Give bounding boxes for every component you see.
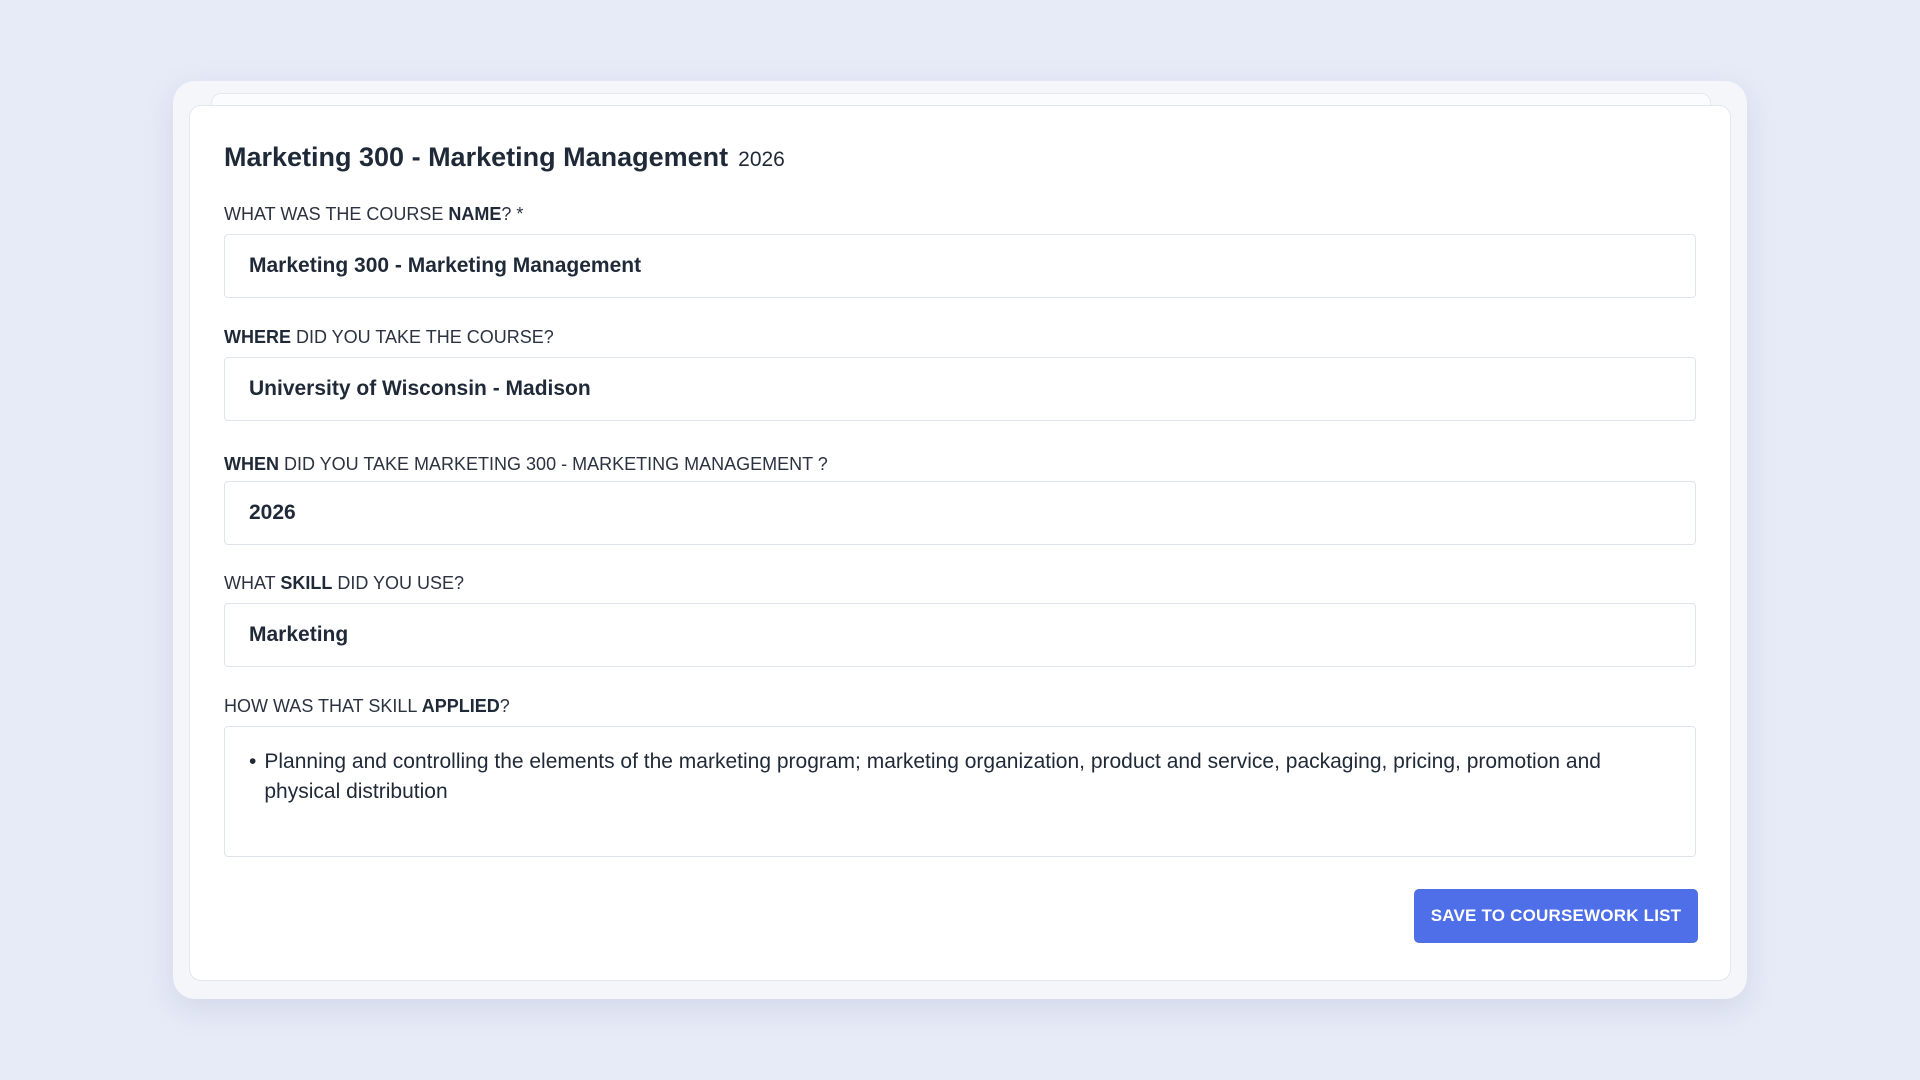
- when-label-post: did you take Marketing 300 - Marketing M…: [279, 454, 828, 474]
- course-name-label-post: ? *: [501, 204, 524, 224]
- skill-label-bold: Skill: [280, 573, 333, 593]
- form-header: Marketing 300 - Marketing Management 202…: [224, 142, 785, 173]
- applied-label-post: ?: [499, 696, 510, 716]
- applied-label-bold: Applied: [421, 696, 500, 716]
- when-label-bold: When: [224, 454, 279, 474]
- course-title: Marketing 300 - Marketing Management: [224, 142, 729, 172]
- course-name-label-pre: What was the course: [224, 204, 449, 224]
- coursework-form-card: Marketing 300 - Marketing Management 202…: [189, 105, 1731, 981]
- save-to-coursework-list-button[interactable]: Save to coursework list: [1414, 889, 1698, 943]
- applied-bullet-text: Planning and controlling the elements of…: [264, 750, 1601, 803]
- course-name-input[interactable]: Marketing 300 - Marketing Management: [224, 234, 1696, 298]
- applied-textarea[interactable]: • Planning and controlling the elements …: [224, 726, 1696, 857]
- skill-label-post: did you use?: [332, 573, 465, 593]
- where-label-bold: Where: [224, 327, 291, 347]
- when-input[interactable]: 2026: [224, 481, 1696, 545]
- where-label: Where did you take the course?: [224, 327, 554, 348]
- course-name-label: What was the course Name? *: [224, 204, 523, 225]
- course-year: 2026: [738, 148, 785, 171]
- applied-label: How was that skill Applied?: [224, 696, 510, 717]
- where-input[interactable]: University of Wisconsin - Madison: [224, 357, 1696, 421]
- course-name-label-bold: Name: [448, 204, 502, 224]
- skill-label: What Skill did you use?: [224, 573, 464, 594]
- where-label-post: did you take the course?: [291, 327, 554, 347]
- skill-label-pre: What: [224, 573, 281, 593]
- applied-bullet-item: • Planning and controlling the elements …: [249, 747, 1671, 807]
- applied-label-pre: How was that skill: [224, 696, 422, 716]
- bullet-icon: •: [249, 750, 257, 773]
- when-label: When did you take Marketing 300 - Market…: [224, 454, 828, 475]
- coursework-modal: Marketing 300 - Marketing Management 202…: [173, 81, 1747, 999]
- skill-input[interactable]: Marketing: [224, 603, 1696, 667]
